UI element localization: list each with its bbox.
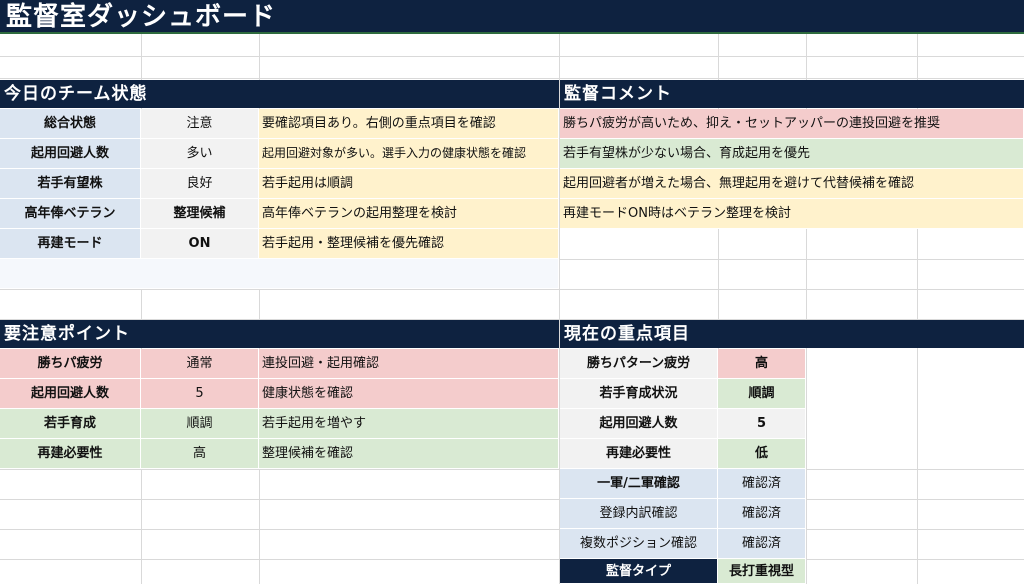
team-status-label[interactable]: 総合状態 (0, 109, 141, 139)
attention-note[interactable]: 若手起用を増やす (259, 409, 559, 439)
comment-item[interactable]: 起用回避者が増えた場合、無理起用を避けて代替候補を確認 (560, 169, 1024, 199)
spacer-row (0, 259, 559, 289)
team-status-value[interactable]: 整理候補 (141, 199, 259, 229)
grid-line (0, 499, 1024, 500)
focus-value[interactable]: 低 (718, 439, 806, 469)
focus-items-heading: 現在の重点項目 (560, 320, 1024, 348)
grid-line (0, 529, 1024, 530)
comment-item[interactable]: 再建モードON時はベテラン整理を検討 (560, 199, 1024, 229)
attention-points-heading: 要注意ポイント (0, 320, 559, 348)
team-status-note[interactable]: 高年俸ベテランの起用整理を検討 (259, 199, 559, 229)
attention-value[interactable]: 順調 (141, 409, 259, 439)
page-title: 監督室ダッシュボード (6, 2, 277, 32)
attention-label[interactable]: 若手育成 (0, 409, 141, 439)
check-value[interactable]: 確認済 (718, 499, 806, 529)
team-status-label[interactable]: 起用回避人数 (0, 139, 141, 169)
focus-label[interactable]: 再建必要性 (560, 439, 718, 469)
team-status-note[interactable]: 若手起用は順調 (259, 169, 559, 199)
team-status-value[interactable]: 良好 (141, 169, 259, 199)
team-status-value[interactable]: 注意 (141, 109, 259, 139)
attention-value[interactable]: 通常 (141, 349, 259, 379)
team-status-note[interactable]: 要確認項目あり。右側の重点項目を確認 (259, 109, 559, 139)
attention-value[interactable]: 高 (141, 439, 259, 469)
grid-line (0, 469, 1024, 470)
attention-label[interactable]: 起用回避人数 (0, 379, 141, 409)
check-label[interactable]: 一軍/二軍確認 (560, 469, 718, 499)
focus-label[interactable]: 起用回避人数 (560, 409, 718, 439)
focus-value[interactable]: 5 (718, 409, 806, 439)
check-label[interactable]: 登録内訳確認 (560, 499, 718, 529)
attention-note[interactable]: 健康状態を確認 (259, 379, 559, 409)
comment-item[interactable]: 若手有望株が少ない場合、育成起用を優先 (560, 139, 1024, 169)
team-status-note[interactable]: 若手起用・整理候補を優先確認 (259, 229, 559, 259)
title-bar: 監督室ダッシュボード (0, 0, 1024, 34)
comment-item[interactable]: 勝ちパ疲労が高いため、抑え・セットアッパーの連投回避を推奨 (560, 109, 1024, 139)
attention-label[interactable]: 勝ちパ疲労 (0, 349, 141, 379)
grid-line (0, 289, 1024, 290)
focus-value[interactable]: 順調 (718, 379, 806, 409)
grid-line (0, 78, 1024, 79)
focus-label[interactable]: 勝ちパターン疲労 (560, 349, 718, 379)
manager-type-label: 監督タイプ (560, 559, 718, 584)
focus-value[interactable]: 高 (718, 349, 806, 379)
grid-line (0, 56, 1024, 57)
team-status-value[interactable]: ON (141, 229, 259, 259)
attention-note[interactable]: 連投回避・起用確認 (259, 349, 559, 379)
check-value[interactable]: 確認済 (718, 529, 806, 559)
team-status-value[interactable]: 多い (141, 139, 259, 169)
focus-label[interactable]: 若手育成状況 (560, 379, 718, 409)
grid-line (0, 559, 1024, 560)
manager-type-value[interactable]: 長打重視型 (718, 559, 806, 584)
team-status-label[interactable]: 高年俸ベテラン (0, 199, 141, 229)
attention-label[interactable]: 再建必要性 (0, 439, 141, 469)
team-status-label[interactable]: 再建モード (0, 229, 141, 259)
check-value[interactable]: 確認済 (718, 469, 806, 499)
manager-comments-heading: 監督コメント (560, 80, 1024, 108)
check-label[interactable]: 複数ポジション確認 (560, 529, 718, 559)
attention-value[interactable]: 5 (141, 379, 259, 409)
team-status-note[interactable]: 起用回避対象が多い。選手入力の健康状態を確認 (259, 139, 559, 169)
team-status-heading: 今日のチーム状態 (0, 80, 559, 108)
attention-note[interactable]: 整理候補を確認 (259, 439, 559, 469)
team-status-label[interactable]: 若手有望株 (0, 169, 141, 199)
